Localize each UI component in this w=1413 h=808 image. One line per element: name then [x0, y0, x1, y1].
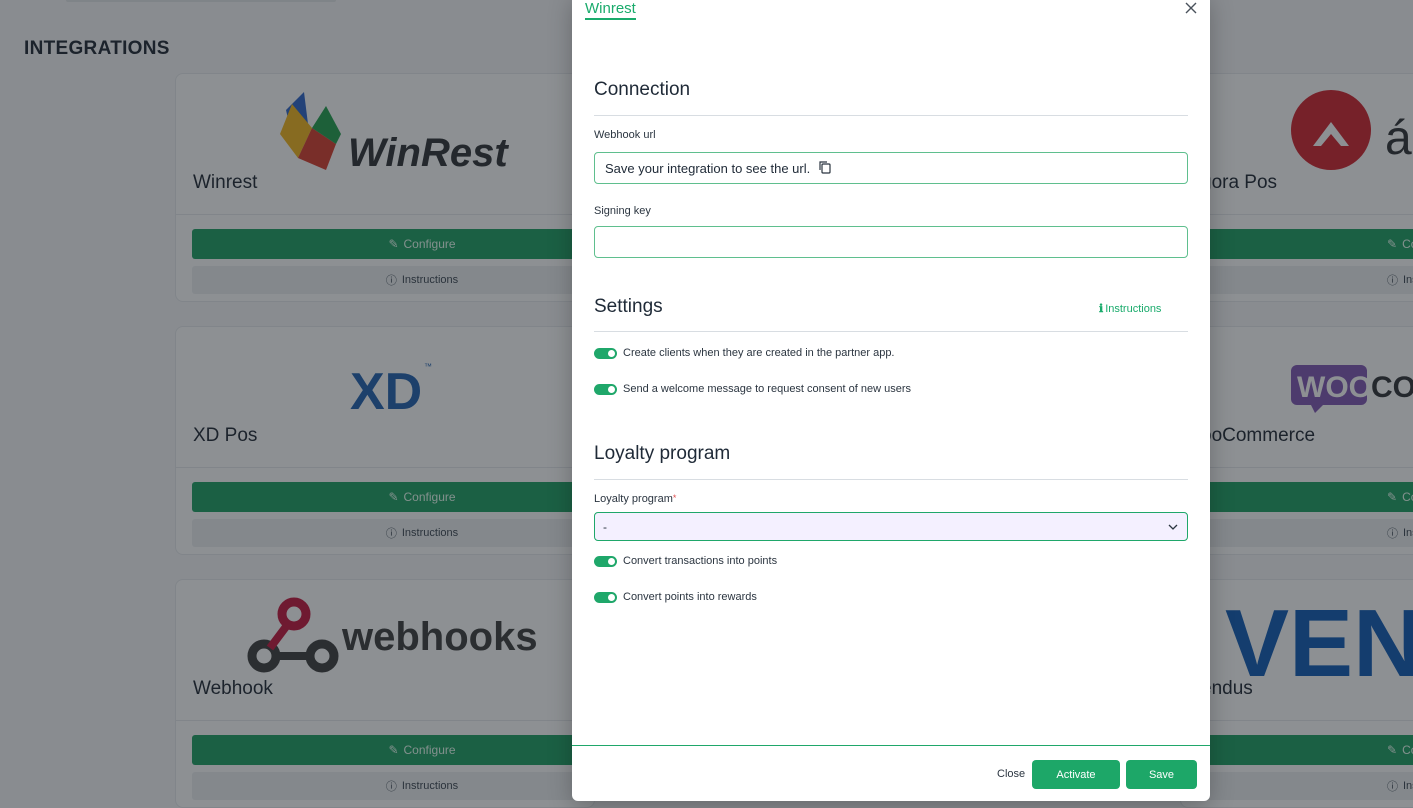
- webhook-url-field[interactable]: Save your integration to see the url.: [594, 152, 1188, 184]
- loyalty-program-label: Loyalty program*: [594, 493, 677, 505]
- toggle-welcome-message[interactable]: Send a welcome message to request consen…: [594, 383, 911, 395]
- section-divider: [594, 331, 1188, 332]
- toggle-label: Convert transactions into points: [623, 555, 778, 567]
- chevron-down-icon: [1167, 521, 1179, 533]
- loyalty-program-selected: -: [603, 519, 607, 534]
- integration-modal: Winrest Connection Webhook url Save your…: [572, 0, 1210, 801]
- toggle-switch[interactable]: [594, 383, 617, 395]
- activate-button[interactable]: Activate: [1032, 760, 1120, 789]
- save-button[interactable]: Save: [1126, 760, 1197, 789]
- section-title-settings: Settings: [594, 296, 663, 317]
- toggle-switch[interactable]: [594, 555, 617, 567]
- tab-winrest[interactable]: Winrest: [585, 0, 636, 20]
- instructions-link[interactable]: ℹ Instructions: [1099, 302, 1162, 316]
- toggle-create-clients[interactable]: Create clients when they are created in …: [594, 347, 895, 359]
- instructions-link-label: Instructions: [1105, 302, 1162, 315]
- signing-key-field[interactable]: [594, 226, 1188, 258]
- section-divider: [594, 479, 1188, 480]
- section-title-loyalty: Loyalty program: [594, 443, 731, 464]
- close-icon[interactable]: [1183, 0, 1199, 16]
- loyalty-program-select[interactable]: -: [594, 512, 1188, 541]
- webhook-url-value: Save your integration to see the url.: [605, 160, 811, 176]
- toggle-convert-transactions[interactable]: Convert transactions into points: [594, 555, 777, 567]
- webhook-url-label: Webhook url: [594, 129, 656, 141]
- required-mark: *: [672, 493, 677, 503]
- toggle-label: Convert points into rewards: [623, 591, 757, 603]
- toggle-label: Create clients when they are created in …: [623, 347, 895, 359]
- signing-key-label: Signing key: [594, 205, 651, 217]
- section-title-connection: Connection: [594, 79, 691, 100]
- close-button[interactable]: Close: [997, 768, 1025, 780]
- toggle-label: Send a welcome message to request consen…: [623, 383, 911, 395]
- section-divider: [594, 115, 1188, 116]
- toggle-switch[interactable]: [594, 347, 617, 359]
- toggle-switch[interactable]: [594, 591, 617, 603]
- copy-icon[interactable]: [818, 160, 832, 177]
- footer-divider: [572, 745, 1210, 746]
- info-icon: ℹ: [1099, 303, 1104, 315]
- toggle-convert-points[interactable]: Convert points into rewards: [594, 591, 757, 603]
